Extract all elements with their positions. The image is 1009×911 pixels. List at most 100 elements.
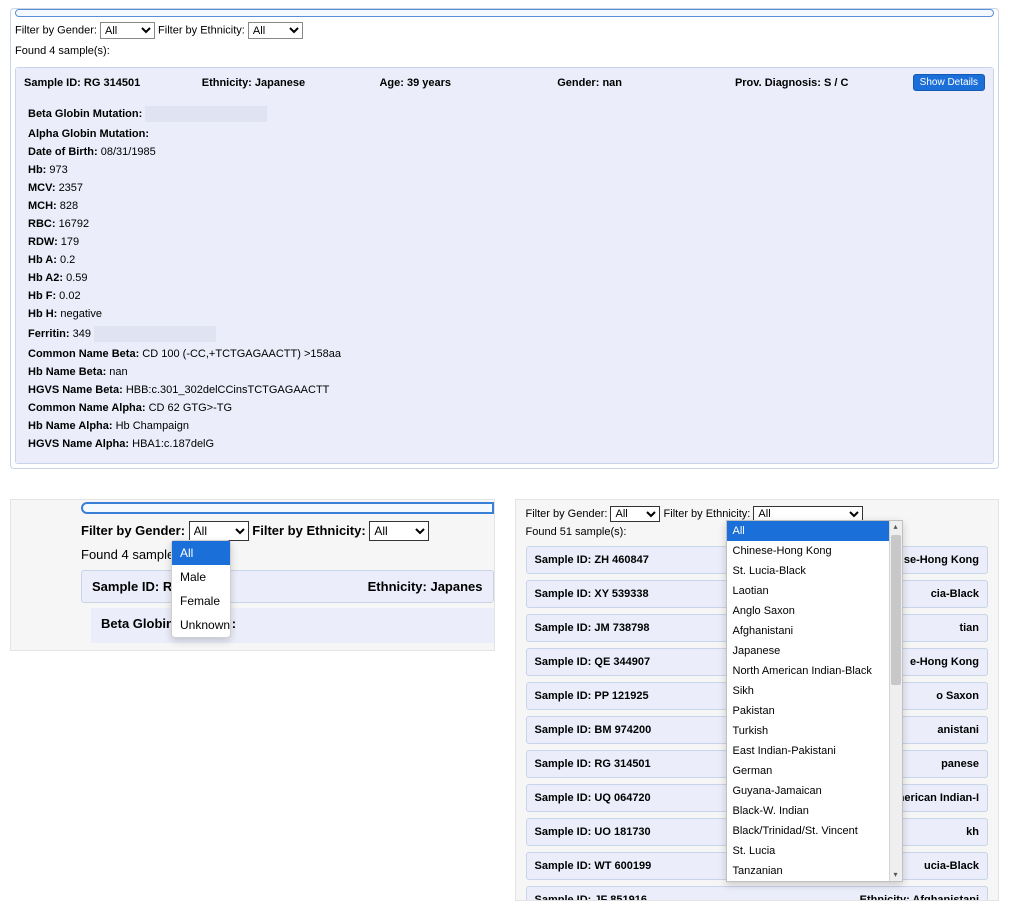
beta-globin-row: Beta Globin Mutation: [91, 608, 494, 643]
ethnicity-option[interactable]: German [727, 761, 889, 781]
ethnicity-dropdown-menu[interactable]: AllChinese-Hong KongSt. Lucia-BlackLaoti… [726, 520, 903, 882]
detail-label: MCV: [28, 182, 59, 194]
detail-label: Common Name Beta: [28, 348, 142, 360]
detail-row: Common Name Alpha: CD 62 GTG>-TG [28, 399, 981, 417]
detail-value: 973 [49, 164, 67, 176]
detail-value: nan [109, 366, 127, 378]
detail-row: HGVS Name Alpha: HBA1:c.187delG [28, 435, 981, 453]
detail-row: Hb A2: 0.59 [28, 269, 981, 287]
ethnicity-option[interactable]: Pakistan [727, 701, 889, 721]
detail-label: Beta Globin Mutation: [28, 108, 145, 120]
detail-row: RDW: 179 [28, 233, 981, 251]
detail-label: Hb H: [28, 308, 60, 320]
ethnicity-option[interactable]: North American Indian-Black [727, 661, 889, 681]
ethnicity-option[interactable]: Anglo Saxon [727, 601, 889, 621]
detail-row: Hb Name Alpha: Hb Champaign [28, 417, 981, 435]
detail-row: Beta Globin Mutation: [28, 103, 981, 125]
detail-value: CD 62 GTG>-TG [149, 402, 232, 414]
detail-label: Ferritin: [28, 328, 73, 340]
ethnicity-header: Ethnicity: Japanes [368, 579, 483, 594]
detail-value: 08/31/1985 [101, 146, 156, 158]
detail-label: Hb Name Alpha: [28, 420, 116, 432]
ethnicity-option[interactable]: Turkish [727, 721, 889, 741]
sample-ethnicity: ucia-Black [918, 860, 979, 872]
sample-ethnicity: Ethnicity: Afghanistani [854, 894, 979, 901]
detail-input[interactable] [94, 326, 216, 342]
detail-label: Hb F: [28, 290, 59, 302]
dropdown-scrollbar[interactable]: ▴ ▾ [889, 521, 902, 881]
detail-label: Hb Name Beta: [28, 366, 109, 378]
detail-row: Common Name Beta: CD 100 (-CC,+TCTGAGAAC… [28, 345, 981, 363]
detail-input[interactable] [145, 106, 267, 122]
detail-value: 349 [73, 328, 91, 340]
sample-row[interactable]: Sample ID: JF 851916Ethnicity: Afghanist… [526, 886, 989, 901]
ethnicity-option[interactable]: Afghanistani [727, 621, 889, 641]
detail-row: MCH: 828 [28, 197, 981, 215]
found-count: Found 4 sample(s): [11, 42, 998, 63]
filter-gender-select[interactable]: All [189, 521, 249, 541]
sample-id-label: Sample ID: [24, 77, 81, 89]
filter-line: Filter by Gender: All Filter by Ethnicit… [81, 521, 488, 541]
detail-label: Hb A: [28, 254, 60, 266]
sample-ethnicity: anistani [931, 724, 979, 736]
show-details-button[interactable]: Show Details [913, 74, 985, 91]
detail-label: HGVS Name Beta: [28, 384, 126, 396]
sample-card: Sample ID: RG 314501 Ethnicity: Japanese… [15, 67, 994, 464]
gender-value: nan [602, 77, 622, 89]
gender-option[interactable]: Female [172, 589, 230, 613]
sample-header[interactable]: Sample ID: RG Ethnicity: Japanes [81, 570, 494, 603]
ethnicity-option[interactable]: Sikh [727, 681, 889, 701]
gender-dropdown-menu[interactable]: AllMaleFemaleUnknown [171, 540, 231, 638]
detail-label: HGVS Name Alpha: [28, 438, 132, 450]
detail-row: Hb F: 0.02 [28, 287, 981, 305]
scroll-down-icon[interactable]: ▾ [890, 869, 902, 881]
scroll-thumb[interactable] [891, 535, 901, 685]
detail-value: 0.02 [59, 290, 80, 302]
detail-value: 16792 [59, 218, 90, 230]
filter-gender-label: Filter by Gender: [526, 508, 608, 520]
age-label: Age: [379, 77, 403, 89]
detail-label: Hb: [28, 164, 49, 176]
detail-row: Hb: 973 [28, 161, 981, 179]
gender-option[interactable]: All [172, 541, 230, 565]
ethnicity-option[interactable]: All [727, 521, 889, 541]
ethnicity-option[interactable]: Japanese [727, 641, 889, 661]
detail-label: Common Name Alpha: [28, 402, 149, 414]
ethnicity-option[interactable]: East Indian-Pakistani [727, 741, 889, 761]
age-value: 39 years [407, 77, 451, 89]
filter-gender-select[interactable]: All [100, 22, 155, 39]
gender-option[interactable]: Male [172, 565, 230, 589]
filter-gender-select[interactable]: All [610, 506, 660, 522]
detail-row: Hb Name Beta: nan [28, 363, 981, 381]
gender-label: Gender: [557, 77, 599, 89]
ethnicity-option[interactable]: St. Lucia-Black [727, 561, 889, 581]
filter-gender-label: Filter by Gender: [15, 24, 97, 36]
ethnicity-option[interactable]: Laotian [727, 581, 889, 601]
gender-option[interactable]: Unknown [172, 613, 230, 637]
filter-ethnicity-select[interactable]: All [369, 521, 429, 541]
scroll-up-icon[interactable]: ▴ [890, 521, 902, 533]
filter-ethnicity-select[interactable]: All [248, 22, 303, 39]
ethnicity-option[interactable]: Black-W. Indian [727, 801, 889, 821]
ethnicity-option[interactable]: Black/Trinidad/St. Vincent [727, 821, 889, 841]
filter-ethnicity-label: Filter by Ethnicity: [158, 24, 245, 36]
detail-row: HGVS Name Beta: HBB:c.301_302delCCinsTCT… [28, 381, 981, 399]
detail-row: Alpha Globin Mutation: [28, 125, 981, 143]
ethnicity-option[interactable]: St. Lucia [727, 841, 889, 861]
detail-row: RBC: 16792 [28, 215, 981, 233]
detail-row: Hb A: 0.2 [28, 251, 981, 269]
detail-row: Date of Birth: 08/31/1985 [28, 143, 981, 161]
sample-ethnicity: e-Hong Kong [904, 656, 979, 668]
sample-details: Beta Globin Mutation: Alpha Globin Mutat… [16, 97, 993, 463]
ethnicity-label: Ethnicity: [202, 77, 252, 89]
sample-header[interactable]: Sample ID: RG 314501 Ethnicity: Japanese… [16, 68, 993, 97]
detail-value: HBA1:c.187delG [132, 438, 214, 450]
ethnicity-option[interactable]: Chinese-Hong Kong [727, 541, 889, 561]
detail-label: RDW: [28, 236, 61, 248]
sample-ethnicity: se-Hong Kong [898, 554, 979, 566]
inset-gender-panel: Filter by Gender: All Filter by Ethnicit… [10, 499, 495, 651]
ethnicity-value: Japanese [255, 77, 305, 89]
ethnicity-option[interactable]: Guyana-Jamaican [727, 781, 889, 801]
inset-row: Filter by Gender: All Filter by Ethnicit… [0, 469, 1009, 911]
ethnicity-option[interactable]: Tanzanian [727, 861, 889, 881]
